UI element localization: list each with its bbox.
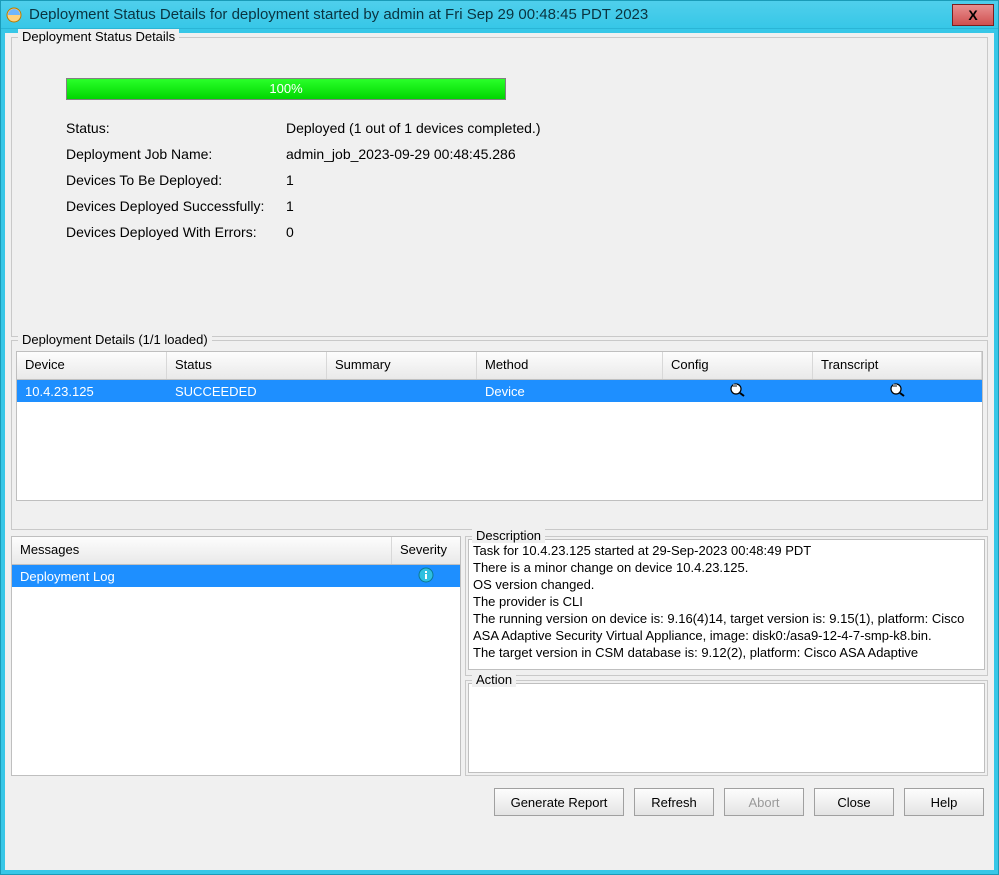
status-value: Deployed (1 out of 1 devices completed.) <box>286 120 540 136</box>
tobe-value: 1 <box>286 172 294 188</box>
jobname-label: Deployment Job Name: <box>66 146 286 162</box>
button-bar: Generate Report Refresh Abort Close Help <box>11 776 988 820</box>
abort-button: Abort <box>724 788 804 816</box>
status-group: Deployment Status Details 100% Status:De… <box>11 37 988 337</box>
succ-label: Devices Deployed Successfully: <box>66 198 286 214</box>
col-method[interactable]: Method <box>477 352 663 379</box>
dialog-window: Deployment Status Details for deployment… <box>0 0 999 875</box>
details-legend: Deployment Details (1/1 loaded) <box>18 332 212 347</box>
message-text: Deployment Log <box>12 567 392 586</box>
col-severity[interactable]: Severity <box>392 537 460 564</box>
generate-report-button[interactable]: Generate Report <box>494 788 624 816</box>
info-icon <box>418 567 434 586</box>
err-label: Devices Deployed With Errors: <box>66 224 286 240</box>
details-header: Device Status Summary Method Config Tran… <box>17 352 982 380</box>
magnifier-icon <box>889 382 907 398</box>
messages-header: Messages Severity <box>12 537 460 565</box>
description-group: Description Task for 10.4.23.125 started… <box>465 536 988 676</box>
progress-bar: 100% <box>66 78 506 100</box>
help-button[interactable]: Help <box>904 788 984 816</box>
message-row[interactable]: Deployment Log <box>12 565 460 587</box>
description-legend: Description <box>472 528 545 543</box>
err-value: 0 <box>286 224 294 240</box>
messages-panel[interactable]: Messages Severity Deployment Log <box>11 536 461 776</box>
cell-summary <box>327 389 477 393</box>
cell-method: Device <box>477 382 663 401</box>
client-area: Deployment Status Details 100% Status:De… <box>5 33 994 870</box>
table-row[interactable]: 10.4.23.125 SUCCEEDED Device <box>17 380 982 402</box>
message-severity <box>392 567 460 586</box>
close-button[interactable]: Close <box>814 788 894 816</box>
col-device[interactable]: Device <box>17 352 167 379</box>
status-label: Status: <box>66 120 286 136</box>
right-column: Description Task for 10.4.23.125 started… <box>465 536 988 776</box>
col-status[interactable]: Status <box>167 352 327 379</box>
action-text[interactable] <box>468 683 985 773</box>
succ-value: 1 <box>286 198 294 214</box>
app-icon <box>5 6 23 24</box>
cell-config[interactable] <box>663 380 813 403</box>
action-legend: Action <box>472 672 516 687</box>
col-messages[interactable]: Messages <box>12 537 392 564</box>
details-table[interactable]: Device Status Summary Method Config Tran… <box>16 351 983 501</box>
action-group: Action <box>465 680 988 776</box>
refresh-button[interactable]: Refresh <box>634 788 714 816</box>
col-config[interactable]: Config <box>663 352 813 379</box>
cell-status: SUCCEEDED <box>167 382 327 401</box>
window-title: Deployment Status Details for deployment… <box>29 6 952 23</box>
progress-fill: 100% <box>67 79 505 99</box>
details-group: Deployment Details (1/1 loaded) Device S… <box>11 340 988 530</box>
col-transcript[interactable]: Transcript <box>813 352 982 379</box>
col-summary[interactable]: Summary <box>327 352 477 379</box>
lower-panels: Messages Severity Deployment Log Descrip… <box>11 536 988 776</box>
tobe-label: Devices To Be Deployed: <box>66 172 286 188</box>
cell-transcript[interactable] <box>813 380 982 403</box>
close-button[interactable]: X <box>952 4 994 26</box>
jobname-value: admin_job_2023-09-29 00:48:45.286 <box>286 146 516 162</box>
status-group-legend: Deployment Status Details <box>18 29 179 44</box>
cell-device: 10.4.23.125 <box>17 382 167 401</box>
magnifier-icon <box>729 382 747 398</box>
titlebar[interactable]: Deployment Status Details for deployment… <box>1 1 998 29</box>
description-text[interactable]: Task for 10.4.23.125 started at 29-Sep-2… <box>468 539 985 670</box>
